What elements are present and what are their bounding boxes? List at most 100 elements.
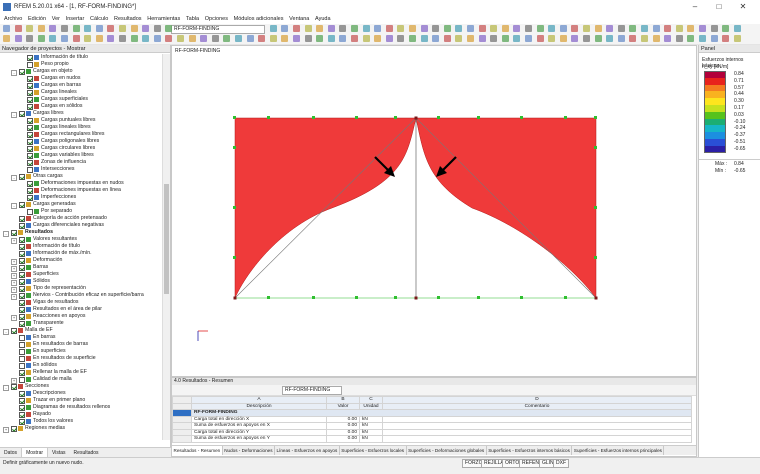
toolbar-icon[interactable] (617, 35, 625, 42)
toolbar-icon[interactable] (327, 25, 335, 32)
tree-checkbox[interactable] (19, 370, 25, 376)
toolbar-icon[interactable] (617, 25, 625, 32)
results-tab[interactable]: Nudos - Deformaciones (223, 446, 275, 455)
menu-insertar[interactable]: Insertar (66, 15, 85, 24)
toolbar-icon[interactable] (571, 35, 579, 42)
menu-edicion[interactable]: Edición (28, 15, 46, 24)
tree-checkbox[interactable] (11, 384, 17, 390)
toolbar-icon[interactable] (3, 35, 10, 42)
toolbar-icon[interactable] (281, 35, 289, 42)
collapse-icon[interactable]: - (11, 69, 17, 76)
toolbar-icon[interactable] (478, 25, 486, 32)
toolbar-icon[interactable] (142, 25, 150, 32)
toolbar-icon[interactable] (699, 35, 706, 42)
toolbar-icon[interactable] (467, 25, 474, 32)
toolbar-icon[interactable] (594, 25, 602, 32)
navigator-scrollbar[interactable] (162, 54, 170, 440)
tree-checkbox[interactable] (11, 328, 17, 334)
tree-checkbox[interactable] (19, 279, 25, 285)
toolbar-icon[interactable] (211, 35, 219, 42)
toolbar-icon[interactable] (165, 35, 173, 42)
toolbar-icon[interactable] (61, 25, 68, 32)
expand-icon[interactable]: + (3, 426, 9, 433)
toolbar-icon[interactable] (95, 25, 103, 32)
menu-calculo[interactable]: Cálculo (90, 15, 108, 24)
toolbar-icon[interactable] (629, 35, 637, 42)
toolbar-icon[interactable] (548, 35, 556, 42)
toolbar-icon[interactable] (722, 25, 730, 32)
toolbar-icon[interactable] (409, 35, 416, 42)
tree-checkbox[interactable] (19, 111, 25, 117)
menu-tabla[interactable]: Tabla (186, 15, 199, 24)
toolbar-icon[interactable] (687, 25, 695, 32)
expand-icon[interactable]: + (11, 314, 17, 321)
menu-resultados[interactable]: Resultados (114, 15, 142, 24)
expand-icon[interactable]: + (11, 258, 17, 265)
toolbar-icon[interactable] (652, 25, 660, 32)
toolbar-icon[interactable] (385, 35, 393, 42)
toolbar-icon[interactable] (467, 35, 474, 42)
tree-checkbox[interactable] (27, 90, 33, 96)
minimize-icon[interactable]: – (690, 3, 700, 12)
menu-opciones[interactable]: Opciones (205, 15, 228, 24)
toolbar-icon[interactable] (26, 25, 34, 32)
module-select[interactable]: RF-FORM-FINDING (171, 25, 265, 34)
toolbar-icon[interactable] (606, 25, 614, 32)
collapse-icon[interactable]: - (11, 111, 17, 118)
menu-ayuda[interactable]: Ayuda (315, 15, 331, 24)
toolbar-icon[interactable] (72, 25, 80, 32)
toolbar-icon[interactable] (606, 35, 614, 42)
results-tab[interactable]: Superficies - Esfuerzos internos básicos (487, 446, 573, 455)
toolbar-icon[interactable] (710, 25, 718, 32)
tree-checkbox[interactable] (19, 272, 25, 278)
toolbar-icon[interactable] (293, 25, 300, 32)
toolbar-icon[interactable] (675, 35, 683, 42)
toolbar-icon[interactable] (664, 35, 672, 42)
toolbar-icon[interactable] (293, 35, 300, 42)
close-icon[interactable]: ✕ (738, 3, 748, 12)
toolbar-icon[interactable] (420, 25, 428, 32)
toolbar-icon[interactable] (14, 25, 22, 32)
toolbar-icon[interactable] (72, 35, 80, 42)
toolbar-icon[interactable] (397, 35, 405, 42)
toolbar-icon[interactable] (420, 35, 428, 42)
maximize-icon[interactable]: □ (714, 3, 724, 12)
expand-icon[interactable]: + (11, 237, 17, 244)
collapse-icon[interactable]: - (3, 384, 9, 391)
toolbar-icon[interactable] (443, 25, 451, 32)
toolbar-icon[interactable] (107, 35, 115, 42)
collapse-icon[interactable]: - (11, 202, 17, 209)
toolbar-icon[interactable] (362, 35, 370, 42)
toolbar-icon[interactable] (281, 25, 289, 32)
toolbar-icon[interactable] (525, 25, 532, 32)
tree-checkbox[interactable] (27, 139, 33, 145)
tree-checkbox[interactable] (19, 391, 25, 397)
row-header[interactable] (172, 435, 192, 443)
table-row[interactable]: Suma de esfuerzos en apoyos en Y 0.00 kN (172, 435, 692, 443)
toolbar-icon[interactable] (710, 35, 718, 42)
tree-checkbox[interactable] (27, 153, 33, 159)
toolbar-icon[interactable] (246, 35, 254, 42)
tree-checkbox[interactable] (19, 307, 25, 313)
expand-icon[interactable]: + (11, 377, 17, 384)
toolbar-icon[interactable] (652, 35, 660, 42)
results-tab[interactable]: Superficies - Esfuerzos internos princip… (572, 446, 665, 455)
toolbar-icon[interactable] (641, 25, 648, 32)
toolbar-icon[interactable] (687, 35, 695, 42)
toolbar-icon[interactable] (84, 25, 92, 32)
tree-checkbox[interactable] (19, 335, 25, 341)
tree-checkbox[interactable] (27, 76, 33, 82)
toolbar-icon[interactable] (733, 25, 741, 32)
tree-checkbox[interactable] (27, 55, 33, 61)
toolbar-icon[interactable] (316, 35, 324, 42)
tree-checkbox[interactable] (19, 363, 25, 369)
toolbar-icon[interactable] (699, 25, 706, 32)
results-tab[interactable]: Resultados - Resumen (172, 446, 223, 455)
tree-checkbox[interactable] (19, 258, 25, 264)
tree-checkbox[interactable] (27, 125, 33, 131)
results-tab[interactable]: Superficies - Deformaciones globales (407, 446, 487, 455)
tree-checkbox[interactable] (27, 160, 33, 166)
navigator-tree[interactable]: Información de título Peso propio - Cargas … (0, 54, 162, 440)
toolbar-icon[interactable] (49, 35, 57, 42)
tree-checkbox[interactable] (19, 314, 25, 320)
